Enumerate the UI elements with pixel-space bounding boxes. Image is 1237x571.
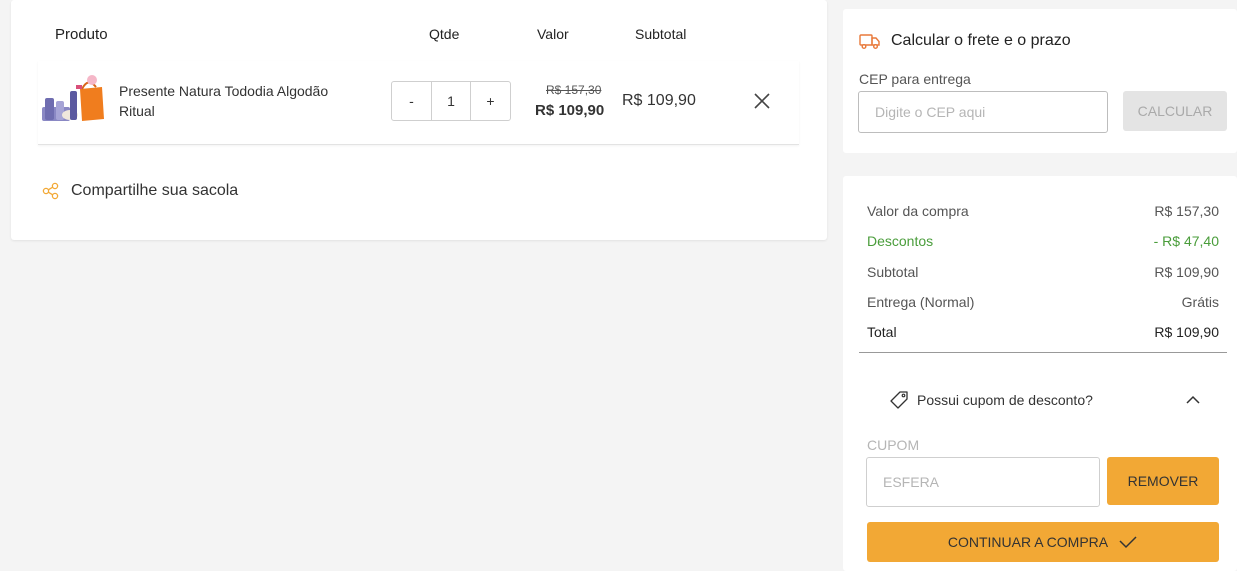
sale-price: R$ 109,90 [535, 102, 605, 119]
summary-label: Descontos [867, 233, 934, 249]
check-icon [1119, 536, 1137, 549]
item-subtotal: R$ 109,90 [622, 92, 696, 109]
share-bag-link[interactable]: Compartilhe sua sacola [42, 182, 238, 200]
calculate-button[interactable]: CALCULAR [1123, 91, 1227, 131]
order-summary-panel: Valor da compra R$ 157,30 Descontos - R$… [843, 176, 1237, 571]
summary-value: - R$ 47,40 [1153, 233, 1219, 249]
summary-value: R$ 157,30 [1154, 203, 1219, 219]
share-icon [42, 182, 59, 200]
truck-icon [859, 34, 880, 49]
quantity-stepper: - 1 + [391, 81, 511, 121]
summary-divider [859, 352, 1227, 353]
product-thumbnail[interactable] [42, 71, 106, 127]
header-subtotal: Subtotal [635, 26, 687, 42]
tag-icon [890, 391, 908, 409]
summary-row-purchase-value: Valor da compra R$ 157,30 [867, 203, 1219, 219]
original-price: R$ 157,30 [546, 83, 602, 97]
summary-row-subtotal: Subtotal R$ 109,90 [867, 264, 1219, 280]
cart-item-row: Presente Natura Tododia Algodão Ritual -… [38, 61, 799, 145]
shipping-panel: Calcular o frete e o prazo CEP para entr… [843, 9, 1237, 153]
header-qty: Qtde [429, 26, 460, 42]
cep-label: CEP para entrega [859, 71, 971, 87]
increment-button[interactable]: + [471, 82, 510, 120]
summary-value: Grátis [1181, 294, 1219, 310]
coupon-toggle-label: Possui cupom de desconto? [917, 392, 1093, 408]
cart-panel: Produto Qtde Valor Subtotal Presente Nat… [11, 0, 827, 240]
summary-row-delivery: Entrega (Normal) Grátis [867, 294, 1219, 310]
summary-value: R$ 109,90 [1154, 324, 1219, 340]
chevron-up-icon[interactable] [1185, 395, 1201, 405]
decrement-button[interactable]: - [392, 82, 431, 120]
summary-row-discounts: Descontos - R$ 47,40 [867, 233, 1219, 249]
quantity-value[interactable]: 1 [431, 82, 471, 120]
summary-row-total: Total R$ 109,90 [867, 324, 1219, 340]
summary-label: Subtotal [867, 264, 919, 280]
product-name[interactable]: Presente Natura Tododia Algodão Ritual [119, 81, 349, 121]
summary-label: Total [867, 324, 897, 340]
cep-input[interactable] [858, 91, 1108, 133]
summary-label: Entrega (Normal) [867, 294, 975, 310]
continue-purchase-button[interactable]: CONTINUAR A COMPRA [867, 522, 1219, 562]
share-label: Compartilhe sua sacola [71, 182, 239, 199]
remove-coupon-button[interactable]: REMOVER [1107, 457, 1219, 505]
coupon-input[interactable] [866, 457, 1100, 507]
summary-value: R$ 109,90 [1154, 264, 1219, 280]
close-icon[interactable] [751, 90, 773, 112]
continue-label: CONTINUAR A COMPRA [947, 534, 1109, 550]
shipping-title-row: Calcular o frete e o prazo [859, 32, 1071, 50]
coupon-toggle[interactable]: Possui cupom de desconto? [889, 390, 1201, 410]
summary-label: Valor da compra [867, 203, 969, 219]
coupon-label: CUPOM [867, 437, 920, 453]
shipping-title: Calcular o frete e o prazo [891, 32, 1071, 49]
header-product: Produto [55, 26, 108, 43]
header-value: Valor [537, 26, 569, 42]
